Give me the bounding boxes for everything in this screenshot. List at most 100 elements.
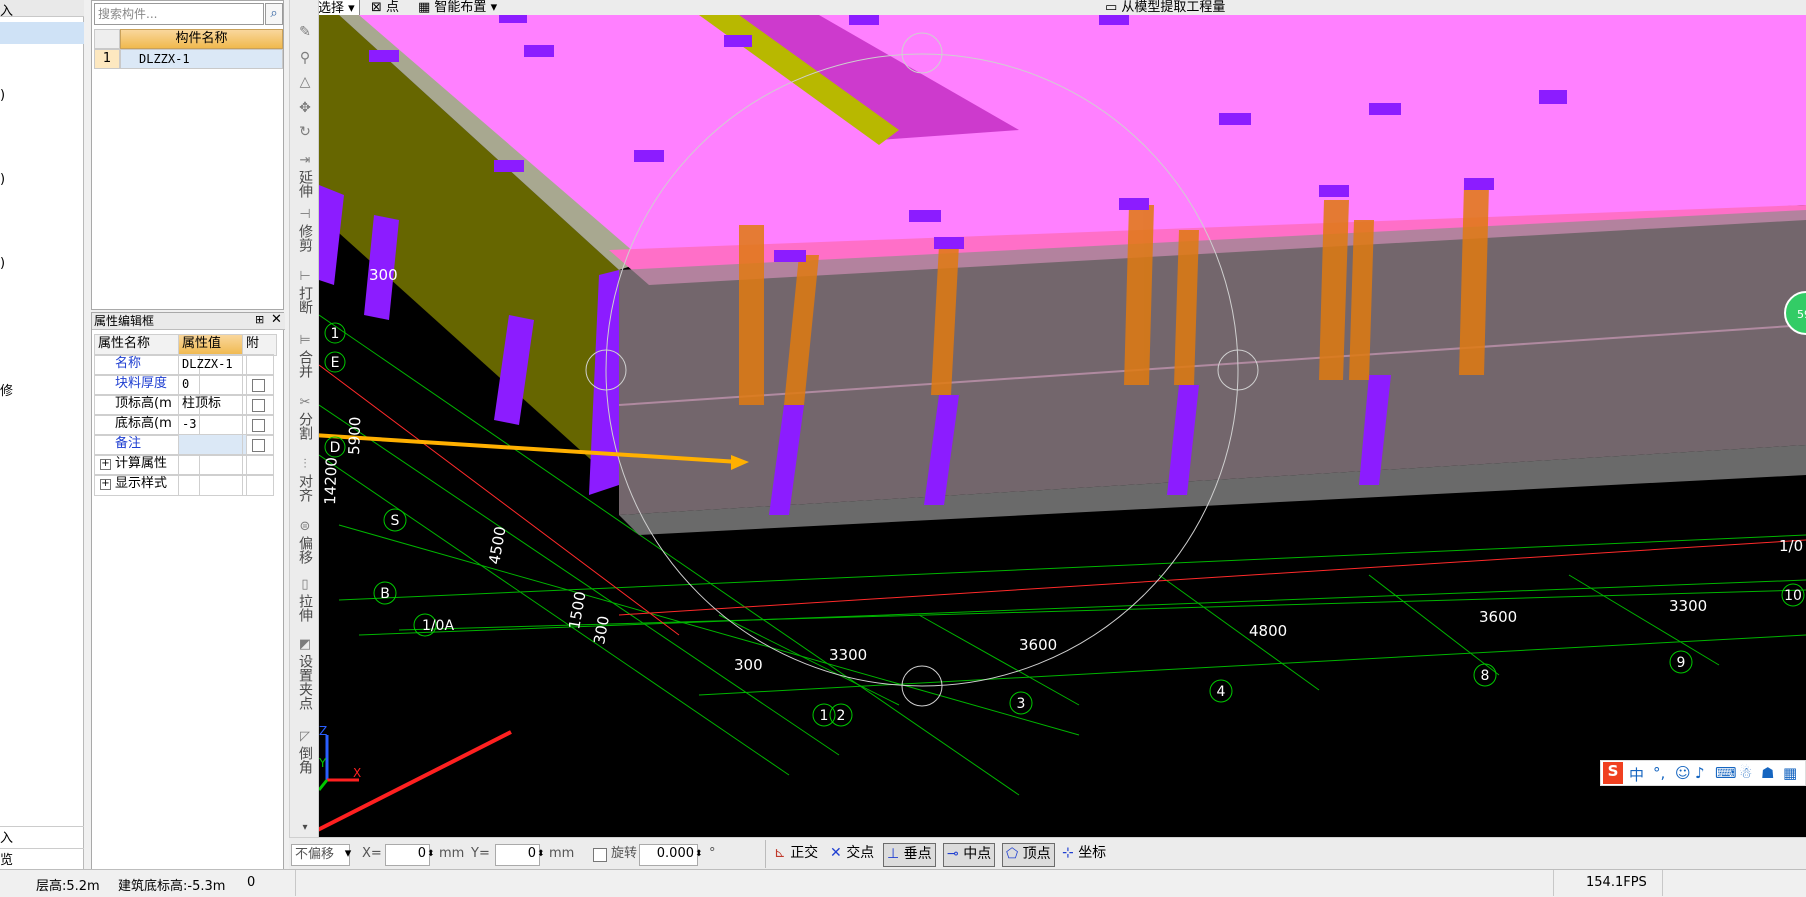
triangle-icon[interactable]: △: [293, 74, 317, 90]
status-divider: [295, 870, 296, 896]
y-input[interactable]: 0: [495, 844, 540, 866]
left-tree-bottom-tab[interactable]: 览: [0, 848, 84, 868]
property-value[interactable]: 0: [178, 374, 247, 396]
extend-button[interactable]: ⇥ 延伸: [293, 154, 317, 202]
rotate-label: 旋转: [611, 846, 638, 861]
property-value[interactable]: DLZZX-1: [178, 354, 247, 376]
extend-label: 延伸: [297, 170, 313, 198]
close-icon[interactable]: ✕: [271, 312, 282, 327]
smart-layout-button[interactable]: ▦ 智能布置 ▾: [418, 0, 497, 15]
break-button[interactable]: ⊢ 打断: [293, 270, 317, 318]
header-attach: 附: [242, 334, 277, 356]
snap-label: 正交: [790, 845, 819, 861]
grip-button[interactable]: ◩ 设置夹点: [293, 638, 317, 714]
attach-checkbox[interactable]: [252, 439, 265, 452]
left-tree-item[interactable]: ): [0, 88, 5, 103]
component-search-input[interactable]: 搜索构件...: [94, 3, 264, 25]
mirror-icon[interactable]: ⚲: [293, 50, 317, 66]
align-button[interactable]: ⫶ 对齐: [293, 458, 317, 506]
keyboard-icon[interactable]: ⌨: [1715, 764, 1737, 782]
offset-button[interactable]: ⊜ 偏移: [293, 520, 317, 568]
point-button[interactable]: ⊠ 点: [371, 0, 399, 15]
merge-label: 合并: [297, 350, 313, 378]
property-value: [178, 454, 247, 476]
scene-canvas: Z Y X 1 E D S B 1/0A 1 2 3 4 8 9 10 300 …: [319, 15, 1806, 832]
snap-perpendicular-button[interactable]: ⊥ 垂点: [883, 843, 936, 867]
microphone-icon[interactable]: ♪: [1695, 764, 1705, 782]
axis-bubble-label: 1/0A: [422, 618, 455, 634]
move-icon[interactable]: ✥: [293, 100, 317, 116]
expand-icon[interactable]: +: [100, 479, 111, 490]
degree-label: °: [709, 846, 716, 861]
x-unit: mm: [439, 846, 465, 861]
rotate-spinner-icon[interactable]: ⬍: [695, 844, 703, 864]
snap-intersection-button[interactable]: ✕ 交点: [827, 843, 877, 865]
chamfer-icon: ◸: [300, 729, 310, 744]
snap-coordinate-button[interactable]: ⊹ 坐标: [1059, 843, 1109, 865]
chevron-down-icon[interactable]: ▾: [341, 844, 355, 864]
dimension-label: 300: [369, 266, 398, 284]
property-value[interactable]: [178, 434, 247, 456]
intersection-icon: ✕: [830, 845, 842, 861]
skin-icon[interactable]: ☗: [1761, 764, 1774, 782]
y-spinner-icon[interactable]: ⬍: [537, 844, 545, 864]
snap-label: 顶点: [1022, 846, 1051, 862]
search-icon[interactable]: ⌕: [265, 3, 283, 25]
user-icon[interactable]: ☃: [1739, 764, 1752, 782]
trim-button[interactable]: ⊣ 修剪: [293, 208, 317, 256]
extract-quantity-button[interactable]: ▭ 从模型提取工程量: [1105, 0, 1225, 15]
expand-icon[interactable]: +: [100, 459, 111, 470]
3d-viewport[interactable]: Z Y X 1 E D S B 1/0A 1 2 3 4 8 9 10 300 …: [319, 15, 1806, 837]
fps-counter: 154.1FPS: [1586, 875, 1647, 890]
property-group-label: 计算属性: [115, 456, 168, 471]
snap-ortho-button[interactable]: ⊾ 正交: [771, 843, 821, 865]
snap-toolbar: 不偏移 ▾ X= 0 ⬍ mm Y= 0 ⬍ mm 旋转 0.000 ⬍ ° ⊾…: [289, 837, 1806, 869]
more-tools-icon[interactable]: ▾: [293, 820, 317, 836]
dimension-label: 300: [734, 656, 763, 674]
grid-menu-icon[interactable]: ▦: [1783, 764, 1797, 782]
pen-icon[interactable]: ✎: [293, 24, 317, 40]
rotate-icon[interactable]: ↻: [293, 124, 317, 140]
axis-bubble-label: S: [391, 513, 400, 529]
offset-mode-value: 不偏移: [295, 847, 335, 862]
axis-bubble-label: D: [330, 440, 341, 456]
attach-checkbox[interactable]: [252, 419, 265, 432]
snap-midpoint-button[interactable]: ⊸ 中点: [943, 843, 996, 867]
offset-label: 偏移: [297, 536, 313, 564]
y-label: Y=: [471, 846, 490, 861]
snap-label: 坐标: [1078, 845, 1107, 861]
dimension-label: 3600: [1479, 608, 1517, 626]
chamfer-button[interactable]: ◸ 倒角: [293, 730, 317, 778]
split-button[interactable]: ✂ 分割: [293, 396, 317, 444]
x-input[interactable]: 0: [385, 844, 430, 866]
red-annotation-arrow: [319, 730, 512, 832]
property-value[interactable]: -3: [178, 414, 247, 436]
pin-icon[interactable]: ⊞: [255, 313, 264, 326]
left-tree-bottom-tab[interactable]: 入: [0, 826, 84, 846]
ime-language[interactable]: 中: [1629, 764, 1644, 785]
y-axis-label: Y: [319, 756, 327, 770]
coordinate-icon: ⊹: [1062, 845, 1074, 861]
left-tree-item[interactable]: ): [0, 256, 5, 271]
emoji-icon[interactable]: ☺: [1675, 764, 1691, 782]
snap-vertex-button[interactable]: ⬠ 顶点: [1002, 843, 1055, 867]
trim-icon: ⊣: [299, 207, 311, 222]
left-tree-item[interactable]: ): [0, 172, 5, 187]
left-tree-item[interactable]: 修: [0, 380, 13, 399]
component-name-header[interactable]: 构件名称: [120, 29, 283, 49]
ime-toolbar[interactable]: S 中 °, ☺ ♪ ⌨ ☃ ☗ ▦: [1600, 760, 1806, 786]
ime-logo-icon[interactable]: S: [1603, 762, 1623, 784]
stretch-button[interactable]: ▯ 拉伸: [293, 578, 317, 626]
rotate-input[interactable]: 0.000: [639, 844, 698, 866]
left-panel-header[interactable]: 入: [0, 0, 84, 19]
left-tree-selected-row[interactable]: [0, 22, 84, 44]
attach-checkbox[interactable]: [252, 399, 265, 412]
rotate-checkbox[interactable]: [593, 848, 607, 862]
merge-button[interactable]: ⊨ 合并: [293, 334, 317, 382]
x-spinner-icon[interactable]: ⬍: [427, 844, 435, 864]
punctuation-icon[interactable]: °,: [1653, 764, 1665, 782]
attach-checkbox[interactable]: [252, 379, 265, 392]
property-value[interactable]: 柱顶标: [178, 394, 247, 416]
property-attach: [242, 414, 274, 436]
component-row[interactable]: DLZZX-1: [120, 49, 283, 69]
